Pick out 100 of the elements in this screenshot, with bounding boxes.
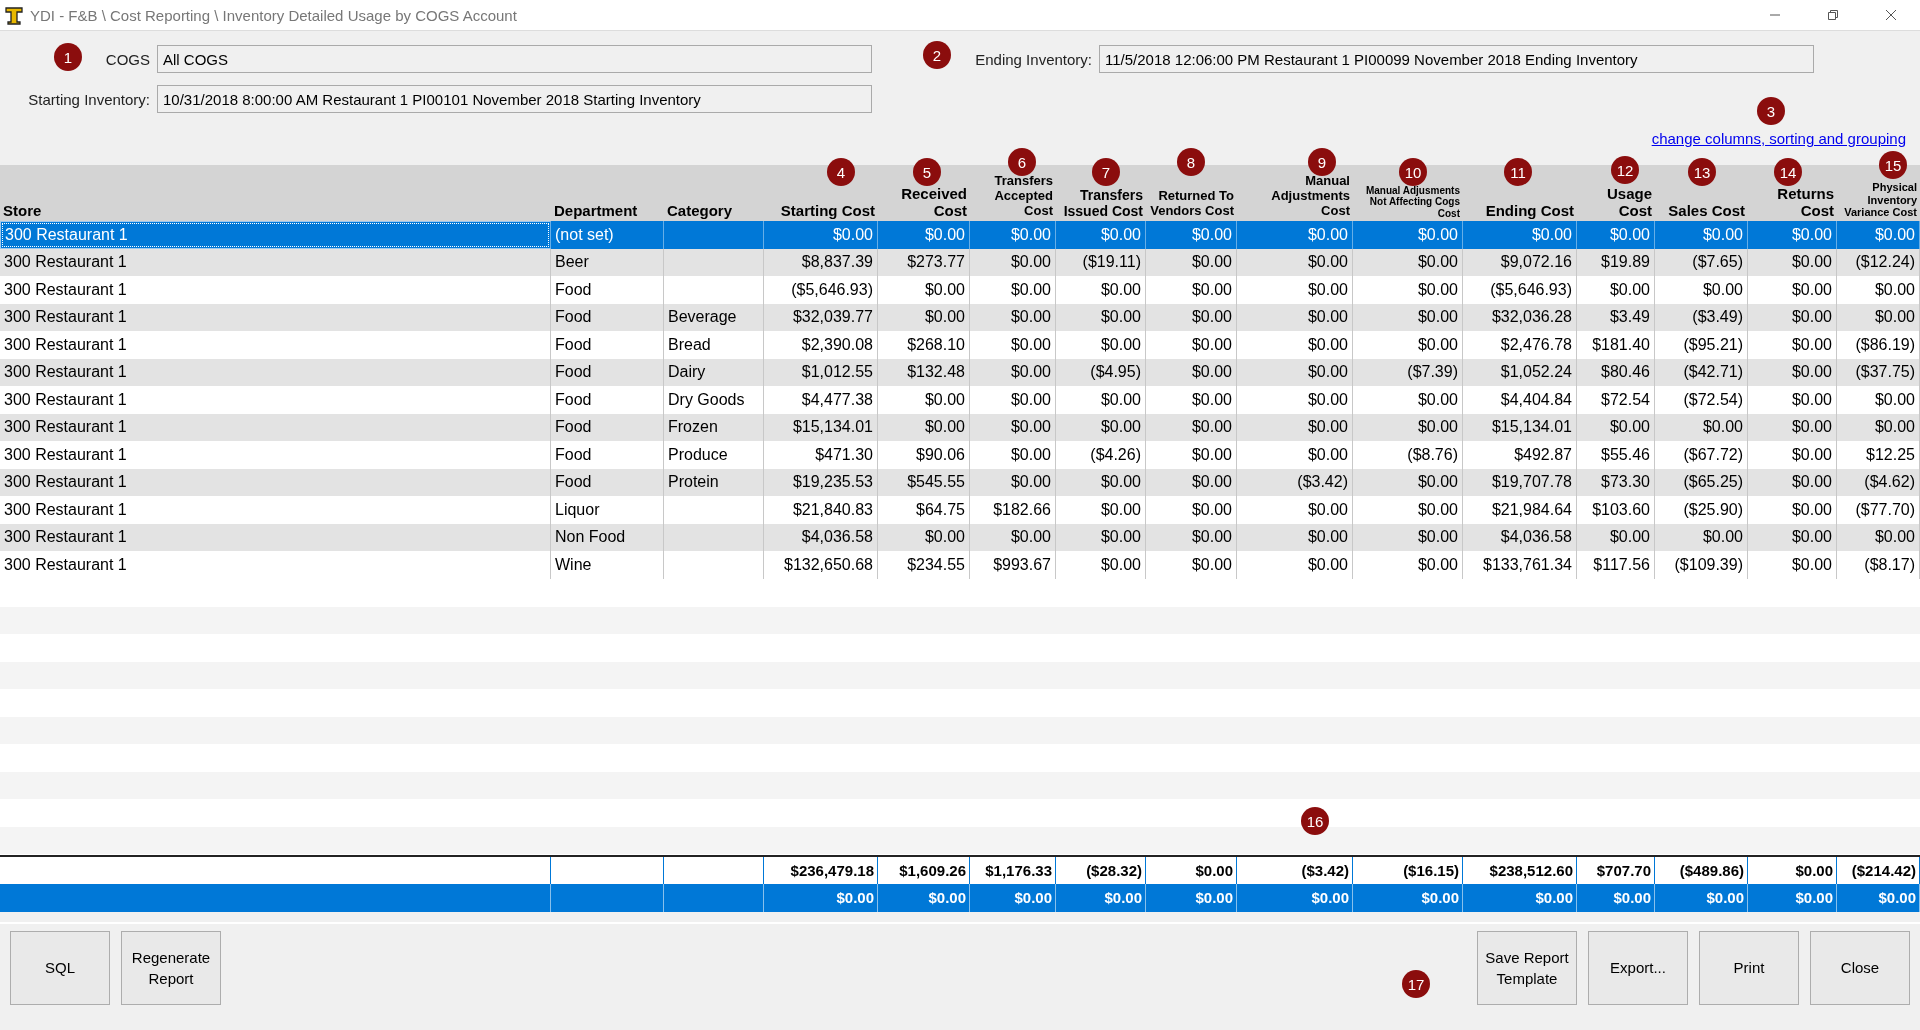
- table-cell: $0.00: [1056, 386, 1146, 414]
- table-row[interactable]: 300 Restaurant 1 Wine $132,650.68 $234.55 $993.67 $0.00 $0.00 $0.00 $0.00 $133,761.34 $117.56 ($109.39) $0.00 ($8.17): [0, 551, 1920, 579]
- table-cell: $0.00: [1748, 551, 1837, 579]
- annotation-badge: 5: [913, 158, 941, 186]
- table-cell: $4,477.38: [764, 386, 878, 414]
- annotation-badge: 4: [827, 158, 855, 186]
- report-button[interactable]: SQL: [10, 930, 110, 1005]
- table-row[interactable]: 300 Restaurant 1 Food Frozen $15,134.01 $0.00 $0.00 $0.00 $0.00 $0.00 $0.00 $15,134.01 $0.00 $0.00 $0.00 $0.00: [0, 413, 1920, 441]
- table-cell: Produce: [664, 441, 764, 469]
- table-row[interactable]: 300 Restaurant 1 Food Produce $471.30 $90.06 $0.00 ($4.26) $0.00 $0.00 ($8.76) $492.87 $55.46 ($67.72) $0.00 $12.25: [0, 441, 1920, 469]
- report-button[interactable]: Save Report Template: [1477, 930, 1577, 1005]
- table-cell: $0.00: [1056, 496, 1146, 524]
- total-cell: $0.00: [1837, 884, 1920, 912]
- table-cell: $0.00: [1146, 331, 1237, 359]
- annotation-badge: 3: [1757, 97, 1785, 125]
- column-header[interactable]: Usage Cost: [1577, 184, 1655, 221]
- table-row[interactable]: 300 Restaurant 1 Liquor $21,840.83 $64.75 $182.66 $0.00 $0.00 $0.00 $0.00 $21,984.64 $103.60 ($25.90) $0.00 ($77.70): [0, 496, 1920, 524]
- table-cell: $0.00: [878, 221, 970, 249]
- table-cell: $0.00: [878, 276, 970, 304]
- table-row[interactable]: 300 Restaurant 1 (not set) $0.00 $0.00 $0.00 $0.00 $0.00 $0.00 $0.00 $0.00 $0.00 $0.00 $0.00 $0.00: [0, 221, 1920, 249]
- table-cell: ($25.90): [1655, 496, 1748, 524]
- table-cell: $0.00: [1353, 331, 1463, 359]
- column-header[interactable]: Starting Cost: [764, 201, 878, 221]
- table-cell: $234.55: [878, 551, 970, 579]
- table-cell: ($67.72): [1655, 441, 1748, 469]
- table-row[interactable]: 300 Restaurant 1 Food Dairy $1,012.55 $132.48 $0.00 ($4.95) $0.00 $0.00 ($7.39) $1,052.24 $80.46 ($42.71) $0.00 ($37.75): [0, 358, 1920, 386]
- column-header[interactable]: Store: [0, 201, 551, 221]
- column-header[interactable]: Ending Cost: [1463, 201, 1577, 221]
- table-row[interactable]: 300 Restaurant 1 Non Food $4,036.58 $0.00 $0.00 $0.00 $0.00 $0.00 $0.00 $4,036.58 $0.00 $0.00 $0.00 $0.00: [0, 523, 1920, 551]
- annotation-badge: 13: [1688, 158, 1716, 186]
- table-cell: Wine: [551, 551, 664, 579]
- table-row[interactable]: 300 Restaurant 1 Food Bread $2,390.08 $268.10 $0.00 $0.00 $0.00 $0.00 $0.00 $2,476.78 $181.40 ($95.21) $0.00 ($86.19): [0, 331, 1920, 359]
- table-cell: $2,390.08: [764, 331, 878, 359]
- table-cell: $0.00: [1056, 221, 1146, 249]
- table-cell: 300 Restaurant 1: [0, 496, 551, 524]
- table-cell: 300 Restaurant 1: [0, 331, 551, 359]
- total-cell: $0.00: [764, 884, 878, 912]
- table-cell: $0.00: [1748, 276, 1837, 304]
- table-row[interactable]: 300 Restaurant 1 Food ($5,646.93) $0.00 $0.00 $0.00 $0.00 $0.00 $0.00 ($5,646.93) $0.00 $0.00 $0.00 $0.00: [0, 276, 1920, 304]
- table-cell: $0.00: [1237, 441, 1353, 469]
- column-header[interactable]: Category: [664, 201, 764, 221]
- table-row[interactable]: 300 Restaurant 1 Food Dry Goods $4,477.38 $0.00 $0.00 $0.00 $0.00 $0.00 $0.00 $4,404.84 $72.54 ($72.54) $0.00 $0.00: [0, 386, 1920, 414]
- table-row[interactable]: 300 Restaurant 1 Beer $8,837.39 $273.77 $0.00 ($19.11) $0.00 $0.00 $0.00 $9,072.16 $19.89 ($7.65) $0.00 ($12.24): [0, 248, 1920, 276]
- column-header[interactable]: Returned To Vendors Cost: [1146, 189, 1237, 221]
- column-header[interactable]: Department: [551, 201, 664, 221]
- report-button[interactable]: Export...: [1588, 930, 1688, 1005]
- total-cell: $0.00: [1463, 884, 1577, 912]
- table-cell: $55.46: [1577, 441, 1655, 469]
- report-button[interactable]: Close: [1810, 930, 1910, 1005]
- report-button[interactable]: Print: [1699, 930, 1799, 1005]
- table-cell: $0.00: [1146, 551, 1237, 579]
- cogs-field[interactable]: All COGS: [157, 45, 872, 73]
- total-cell: $0.00: [1056, 884, 1146, 912]
- table-cell: Food: [551, 441, 664, 469]
- total-cell: $0.00: [878, 884, 970, 912]
- table-cell: $0.00: [1748, 441, 1837, 469]
- table-cell: Food: [551, 276, 664, 304]
- column-header[interactable]: Returns Cost: [1748, 184, 1837, 221]
- table-row[interactable]: 300 Restaurant 1 Food Protein $19,235.53 $545.55 $0.00 $0.00 $0.00 ($3.42) $0.00 $19,707.78 $73.30 ($65.25) $0.00 ($4.62): [0, 468, 1920, 496]
- column-header[interactable]: Transfers Issued Cost: [1056, 186, 1146, 221]
- column-header[interactable]: Physical Inventory Variance Cost: [1837, 181, 1920, 221]
- table-cell: $492.87: [1463, 441, 1577, 469]
- table-cell: $21,984.64: [1463, 496, 1577, 524]
- column-header[interactable]: Manual Adjustments Cost: [1237, 174, 1353, 221]
- table-cell: $0.00: [1237, 221, 1353, 249]
- total-cell: $0.00: [1353, 884, 1463, 912]
- total-cell: $0.00: [1577, 884, 1655, 912]
- table-cell: $0.00: [1237, 331, 1353, 359]
- table-cell: $0.00: [878, 386, 970, 414]
- annotation-badge: 7: [1092, 158, 1120, 186]
- table-cell: $0.00: [1056, 276, 1146, 304]
- table-cell: 300 Restaurant 1: [0, 551, 551, 579]
- table-cell: $0.00: [1237, 276, 1353, 304]
- column-header[interactable]: Transfers Accepted Cost: [970, 174, 1056, 221]
- field-label: Starting Inventory:: [28, 90, 150, 108]
- table-cell: $0.00: [1146, 496, 1237, 524]
- report-button[interactable]: Regenerate Report: [121, 930, 221, 1005]
- table-cell: ($77.70): [1837, 496, 1920, 524]
- table-cell: 300 Restaurant 1: [0, 386, 551, 414]
- annotation-badge: 10: [1399, 158, 1427, 186]
- table-cell: $0.00: [970, 331, 1056, 359]
- table-row[interactable]: 300 Restaurant 1 Food Beverage $32,039.77 $0.00 $0.00 $0.00 $0.00 $0.00 $0.00 $32,036.28 $3.49 ($3.49) $0.00 $0.00: [0, 303, 1920, 331]
- table-cell: $21,840.83: [764, 496, 878, 524]
- table-cell: 300 Restaurant 1: [0, 441, 551, 469]
- window-title: YDI - F&B \ Cost Reporting \ Inventory Detailed Usage by COGS Account: [30, 6, 518, 24]
- table-cell: $0.00: [1237, 386, 1353, 414]
- annotation-badge: 14: [1774, 158, 1802, 186]
- table-cell: $0.00: [1748, 496, 1837, 524]
- table-cell: $0.00: [1056, 551, 1146, 579]
- table-cell: ($109.39): [1655, 551, 1748, 579]
- column-header[interactable]: Received Cost: [878, 184, 970, 221]
- table-cell: $471.30: [764, 441, 878, 469]
- ending-inventory-field[interactable]: 11/5/2018 12:06:00 PM Restaurant 1 PI00099 November 2018 Ending Inventory: [1099, 45, 1814, 73]
- starting-inventory-field[interactable]: 10/31/2018 8:00:00 AM Restaurant 1 PI00101 November 2018 Starting Inventory: [157, 85, 872, 113]
- table-cell: ($72.54): [1655, 386, 1748, 414]
- column-header[interactable]: Sales Cost: [1655, 201, 1748, 221]
- table-cell: $0.00: [1353, 276, 1463, 304]
- total-cell: $0.00: [1748, 884, 1837, 912]
- column-header[interactable]: Manual Adjusments Not Affecting Cogs Cost: [1353, 184, 1463, 221]
- table-cell: $0.00: [1146, 386, 1237, 414]
